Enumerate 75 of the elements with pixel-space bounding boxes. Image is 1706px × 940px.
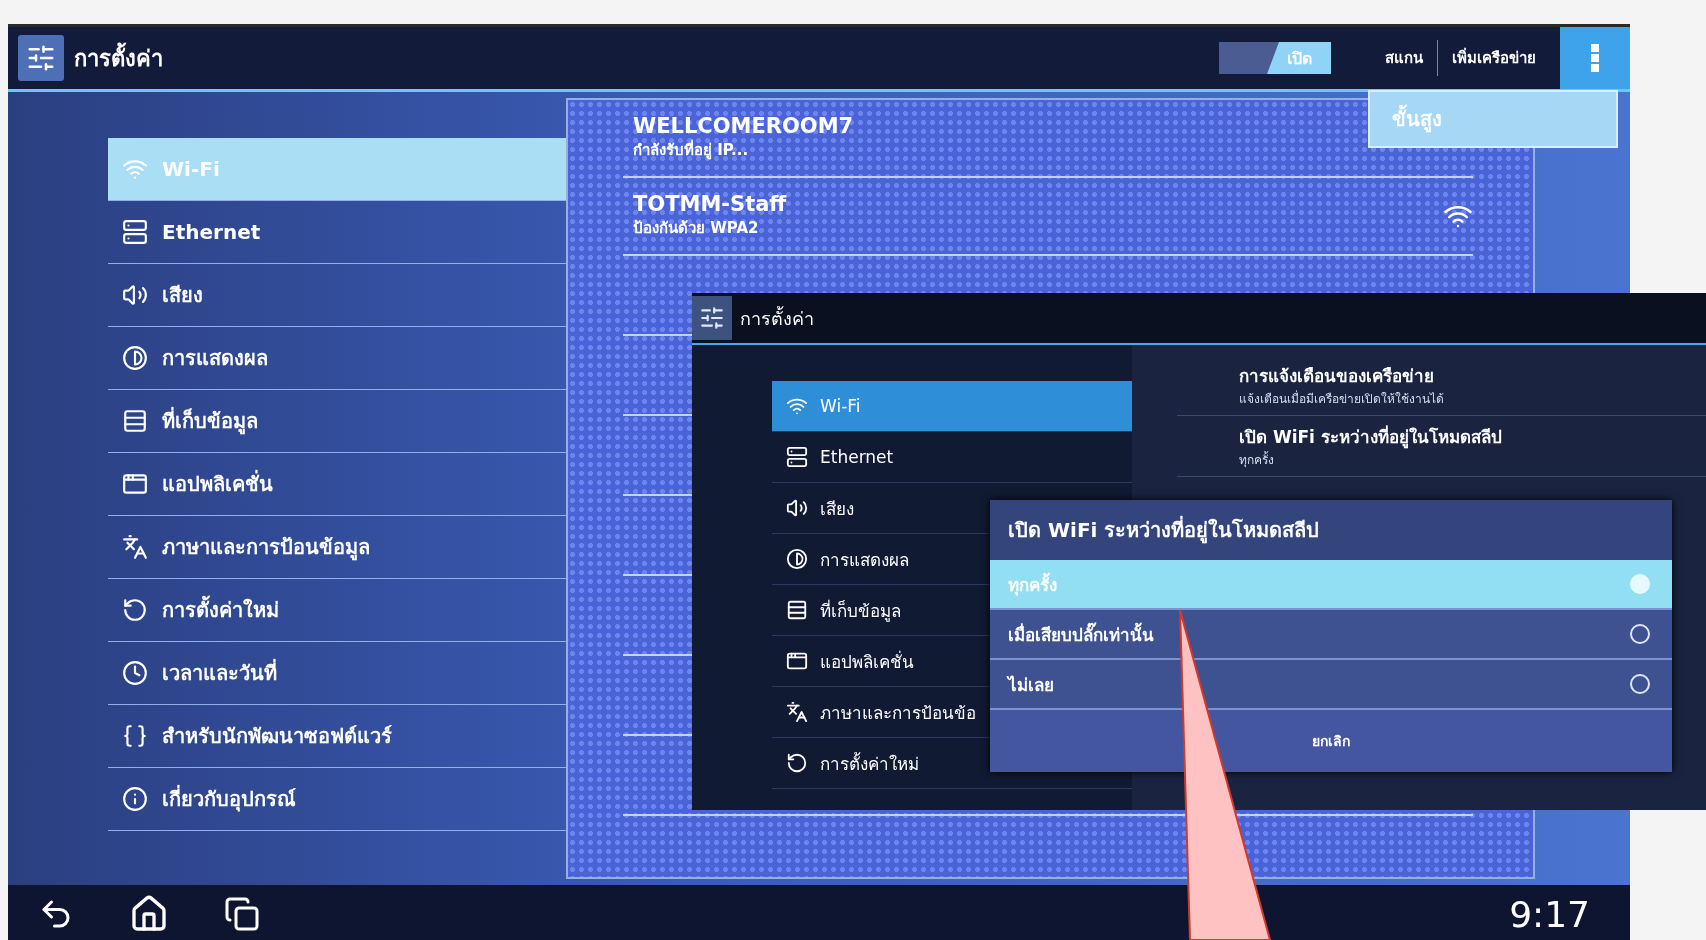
- recent-apps-icon[interactable]: [224, 896, 260, 932]
- cancel-button[interactable]: ยกเลิก: [990, 710, 1672, 772]
- sidebar-item[interactable]: ที่เก็บข้อมูล: [108, 390, 566, 453]
- network-name: TOTMM-Staff: [633, 192, 787, 216]
- app-title: การตั้งค่า: [740, 305, 814, 331]
- sidebar-item[interactable]: การแสดงผล: [108, 327, 566, 390]
- sidebar-label: ที่เก็บข้อมูล: [162, 406, 258, 437]
- settings-icon: [692, 296, 732, 340]
- clock-icon: [122, 660, 148, 686]
- sidebar-label: เวลาและวันที่: [162, 658, 277, 687]
- server-icon: [786, 446, 808, 468]
- preference-summary: ทุกครั้ง: [1239, 450, 1275, 469]
- storage-icon: [786, 599, 808, 621]
- server-icon: [122, 219, 148, 245]
- sidebar-label: Ethernet: [162, 220, 261, 244]
- contrast-icon: [122, 345, 148, 371]
- action-button[interactable]: สแกน: [1371, 40, 1437, 76]
- sidebar-label: แอปพลิเคชั่น: [162, 469, 273, 498]
- reset-icon: [122, 597, 148, 623]
- home-icon[interactable]: [129, 894, 169, 934]
- sidebar-label: การแสดงผล: [162, 345, 268, 372]
- sidebar-label: การแสดงผล: [820, 548, 909, 572]
- preference-title: เปิด WiFi ระหว่างที่อยู่ในโหมดสลีป: [1239, 424, 1503, 450]
- clock: 9:17: [1509, 893, 1590, 935]
- sidebar-item[interactable]: Ethernet: [108, 201, 566, 264]
- reset-icon: [786, 752, 808, 774]
- sidebar-label: เกี่ยวกับอุปกรณ์: [162, 784, 296, 814]
- app-icon: [122, 471, 148, 497]
- radio-button[interactable]: [1630, 574, 1650, 594]
- sidebar-item[interactable]: เกี่ยวกับอุปกรณ์: [108, 768, 566, 831]
- sidebar-label: ภาษาและการป้อนข้อมูล: [162, 534, 370, 563]
- preference-title: การแจ้งเตือนของเครือข่าย: [1239, 365, 1435, 388]
- app-icon: [786, 650, 808, 672]
- app-title: การตั้งค่า: [74, 40, 163, 76]
- sidebar-item[interactable]: สำหรับนักพัฒนาซอฟต์แวร์: [108, 705, 566, 768]
- sidebar-label: Ethernet: [820, 447, 894, 467]
- overflow-menu-button[interactable]: [1560, 27, 1630, 89]
- sidebar-item[interactable]: เสียง: [108, 264, 566, 327]
- sidebar-item[interactable]: Wi-Fi: [772, 381, 1132, 432]
- settings-icon: [18, 35, 64, 81]
- sidebar-item[interactable]: การตั้งค่าใหม่: [108, 579, 566, 642]
- dialog-title: เปิด WiFi ระหว่างที่อยู่ในโหมดสลีป: [990, 500, 1672, 560]
- sidebar-item[interactable]: Ethernet: [772, 432, 1132, 483]
- sidebar-label: ภาษาและการป้อนข้อ: [820, 701, 976, 725]
- sidebar-label: เสียง: [820, 497, 854, 521]
- sidebar-item[interactable]: เวลาและวันที่: [108, 642, 566, 705]
- sidebar-label: เสียง: [162, 282, 203, 309]
- network-status: กำลังรับที่อยู่ IP...: [633, 138, 749, 162]
- speaker-icon: [122, 282, 148, 308]
- network-name: WELLCOMEROOM7: [633, 114, 854, 138]
- language-icon: [122, 534, 148, 560]
- action-button[interactable]: เพิ่มเครือข่าย: [1438, 40, 1550, 76]
- sidebar-label: การตั้งค่าใหม่: [820, 751, 919, 776]
- sidebar-label: แอปพลิเคชั่น: [820, 649, 914, 674]
- preference-row[interactable]: การแจ้งเตือนของเครือข่าย แจ้งเตือนเมื่อมีเครือข่ายเปิดให้ใช้งานได้: [1177, 355, 1706, 416]
- sidebar-label: Wi-Fi: [162, 157, 220, 181]
- radio-button[interactable]: [1630, 624, 1650, 644]
- radio-button[interactable]: [1630, 674, 1650, 694]
- network-row[interactable]: TOTMM-Staff ป้องกันด้วย WPA2: [623, 178, 1473, 256]
- sidebar-label: Wi-Fi: [820, 396, 861, 416]
- sidebar-label: สำหรับนักพัฒนาซอฟต์แวร์: [162, 723, 392, 750]
- language-icon: [786, 701, 808, 723]
- more-options-icon: [1591, 44, 1599, 72]
- preference-row[interactable]: เปิด WiFi ระหว่างที่อยู่ในโหมดสลีป ทุกครั้ง: [1177, 416, 1706, 477]
- sidebar-item[interactable]: แอปพลิเคชั่น: [108, 453, 566, 516]
- storage-icon: [122, 408, 148, 434]
- sidebar-label: การตั้งค่าใหม่: [162, 594, 279, 626]
- network-status: ป้องกันด้วย WPA2: [633, 218, 759, 239]
- sidebar-label: ที่เก็บข้อมูล: [820, 598, 901, 624]
- contrast-icon: [786, 548, 808, 570]
- braces-icon: [122, 723, 148, 749]
- speaker-icon: [786, 497, 808, 519]
- sidebar-item[interactable]: ภาษาและการป้อนข้อมูล: [108, 516, 566, 579]
- info-icon: [122, 786, 148, 812]
- preference-summary: แจ้งเตือนเมื่อมีเครือข่ายเปิดให้ใช้งานได้: [1239, 389, 1445, 408]
